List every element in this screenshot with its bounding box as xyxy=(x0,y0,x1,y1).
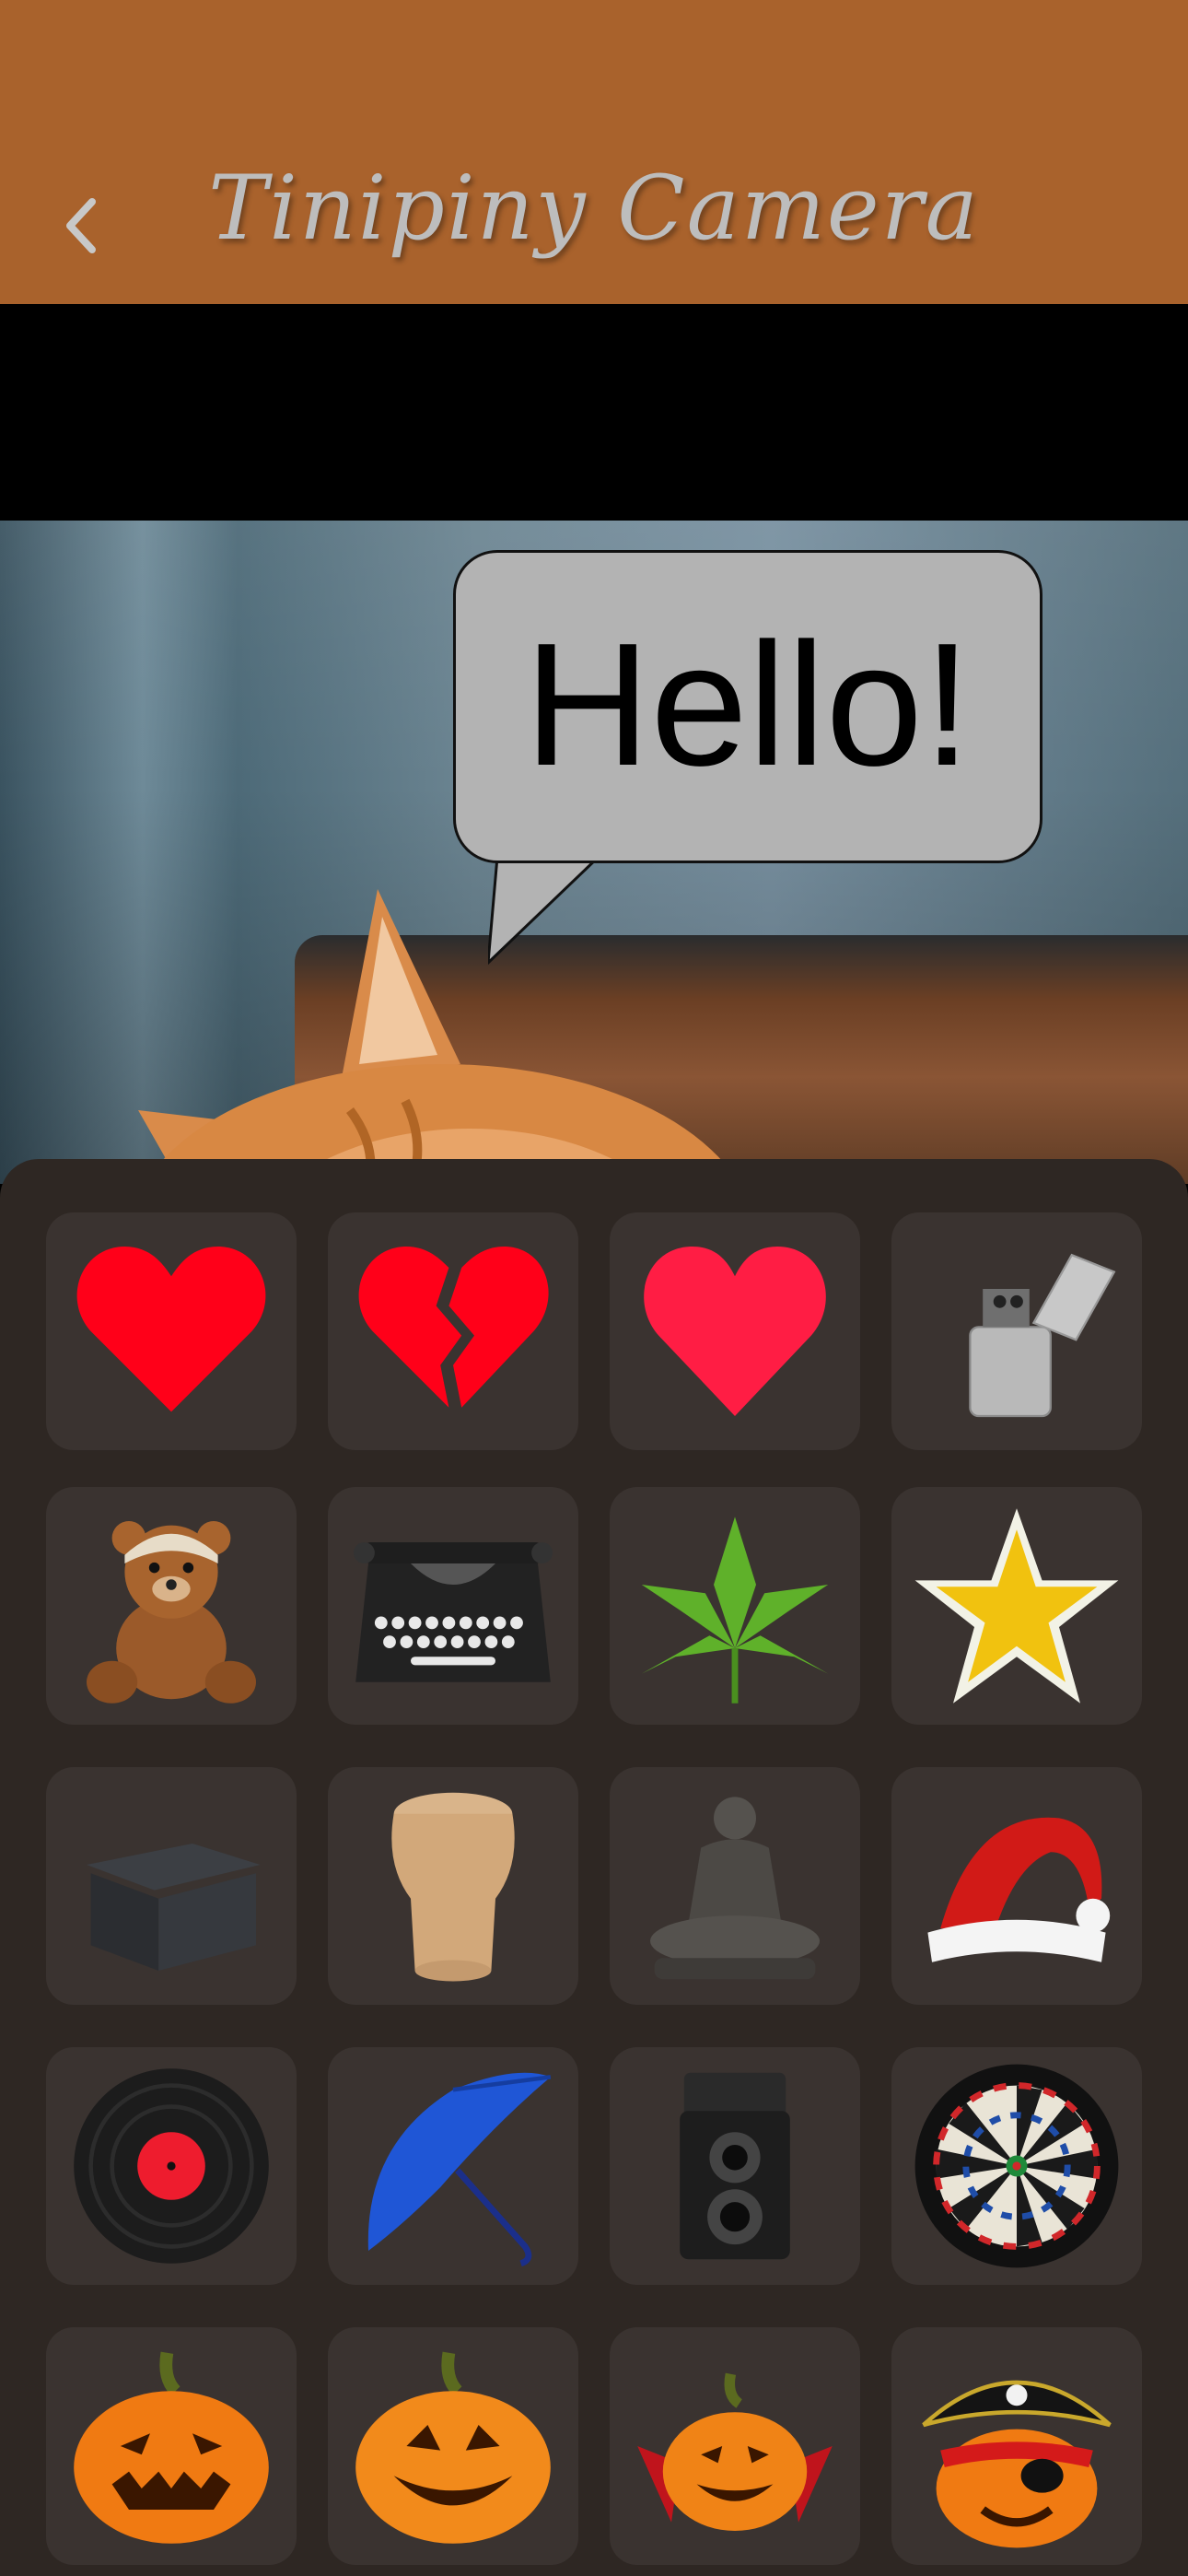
sticker-star[interactable] xyxy=(891,1487,1142,1725)
cat-photo xyxy=(138,889,740,1184)
leaf-icon xyxy=(641,1516,829,1704)
speech-bubble-tail xyxy=(488,857,601,966)
sticker-box[interactable] xyxy=(46,1767,297,2005)
red-heart-icon xyxy=(76,1247,266,1412)
jack-o-lantern-smiling-icon xyxy=(355,2351,551,2544)
sticker-broken-heart[interactable] xyxy=(328,1212,578,1450)
umbrella-icon xyxy=(367,2072,552,2267)
sticker-jack-o-lantern-vampire[interactable] xyxy=(610,2327,860,2565)
buddha-statue-icon xyxy=(650,1797,820,1980)
sticker-red-heart[interactable] xyxy=(46,1212,297,1450)
broken-heart-icon xyxy=(358,1247,549,1408)
sticker-jack-o-lantern-pirate[interactable] xyxy=(891,2327,1142,2565)
box-icon xyxy=(87,1844,261,1971)
sticker-champagne-cork[interactable] xyxy=(328,1767,578,2005)
sticker-umbrella[interactable] xyxy=(328,2047,578,2285)
sticker-typewriter[interactable] xyxy=(328,1487,578,1725)
sticker-buddha-statue[interactable] xyxy=(610,1767,860,2005)
sticker-lighter[interactable] xyxy=(891,1212,1142,1450)
teddy-bear-icon xyxy=(87,1521,256,1704)
sticker-dartboard[interactable] xyxy=(891,2047,1142,2285)
sticker-vinyl-record[interactable] xyxy=(46,2047,297,2285)
app-header: Tinipiny Camera xyxy=(0,0,1188,304)
jack-o-lantern-vampire-icon xyxy=(637,2372,833,2531)
speech-bubble-text: Hello! xyxy=(524,607,972,802)
speech-bubble[interactable]: Hello! xyxy=(453,550,1042,863)
page-title: Tinipiny Camera xyxy=(208,157,980,260)
lighter-icon xyxy=(969,1253,1116,1418)
sticker-leaf[interactable] xyxy=(610,1487,860,1725)
pink-heart-icon xyxy=(644,1247,826,1416)
champagne-cork-icon xyxy=(391,1792,515,1982)
typewriter-icon xyxy=(353,1542,553,1682)
sticker-teddy-bear[interactable] xyxy=(46,1487,297,1725)
sticker-panel xyxy=(0,1159,1188,2576)
vinyl-record-icon xyxy=(74,2068,269,2264)
sticker-santa-hat[interactable] xyxy=(891,1767,1142,2005)
sticker-twin-lens-camera[interactable] xyxy=(610,2047,860,2285)
jack-o-lantern-pirate-icon xyxy=(922,2380,1112,2548)
canvas-top-letterbox xyxy=(0,304,1188,521)
sticker-jack-o-lantern-angry[interactable] xyxy=(46,2327,297,2565)
sticker-jack-o-lantern-smiling[interactable] xyxy=(328,2327,578,2565)
sticker-pink-heart[interactable] xyxy=(610,1212,860,1450)
santa-hat-icon xyxy=(927,1817,1111,1962)
jack-o-lantern-angry-icon xyxy=(74,2351,269,2544)
twin-lens-camera-icon xyxy=(680,2072,790,2260)
dartboard-icon xyxy=(914,2064,1119,2268)
star-icon xyxy=(914,1508,1119,1704)
